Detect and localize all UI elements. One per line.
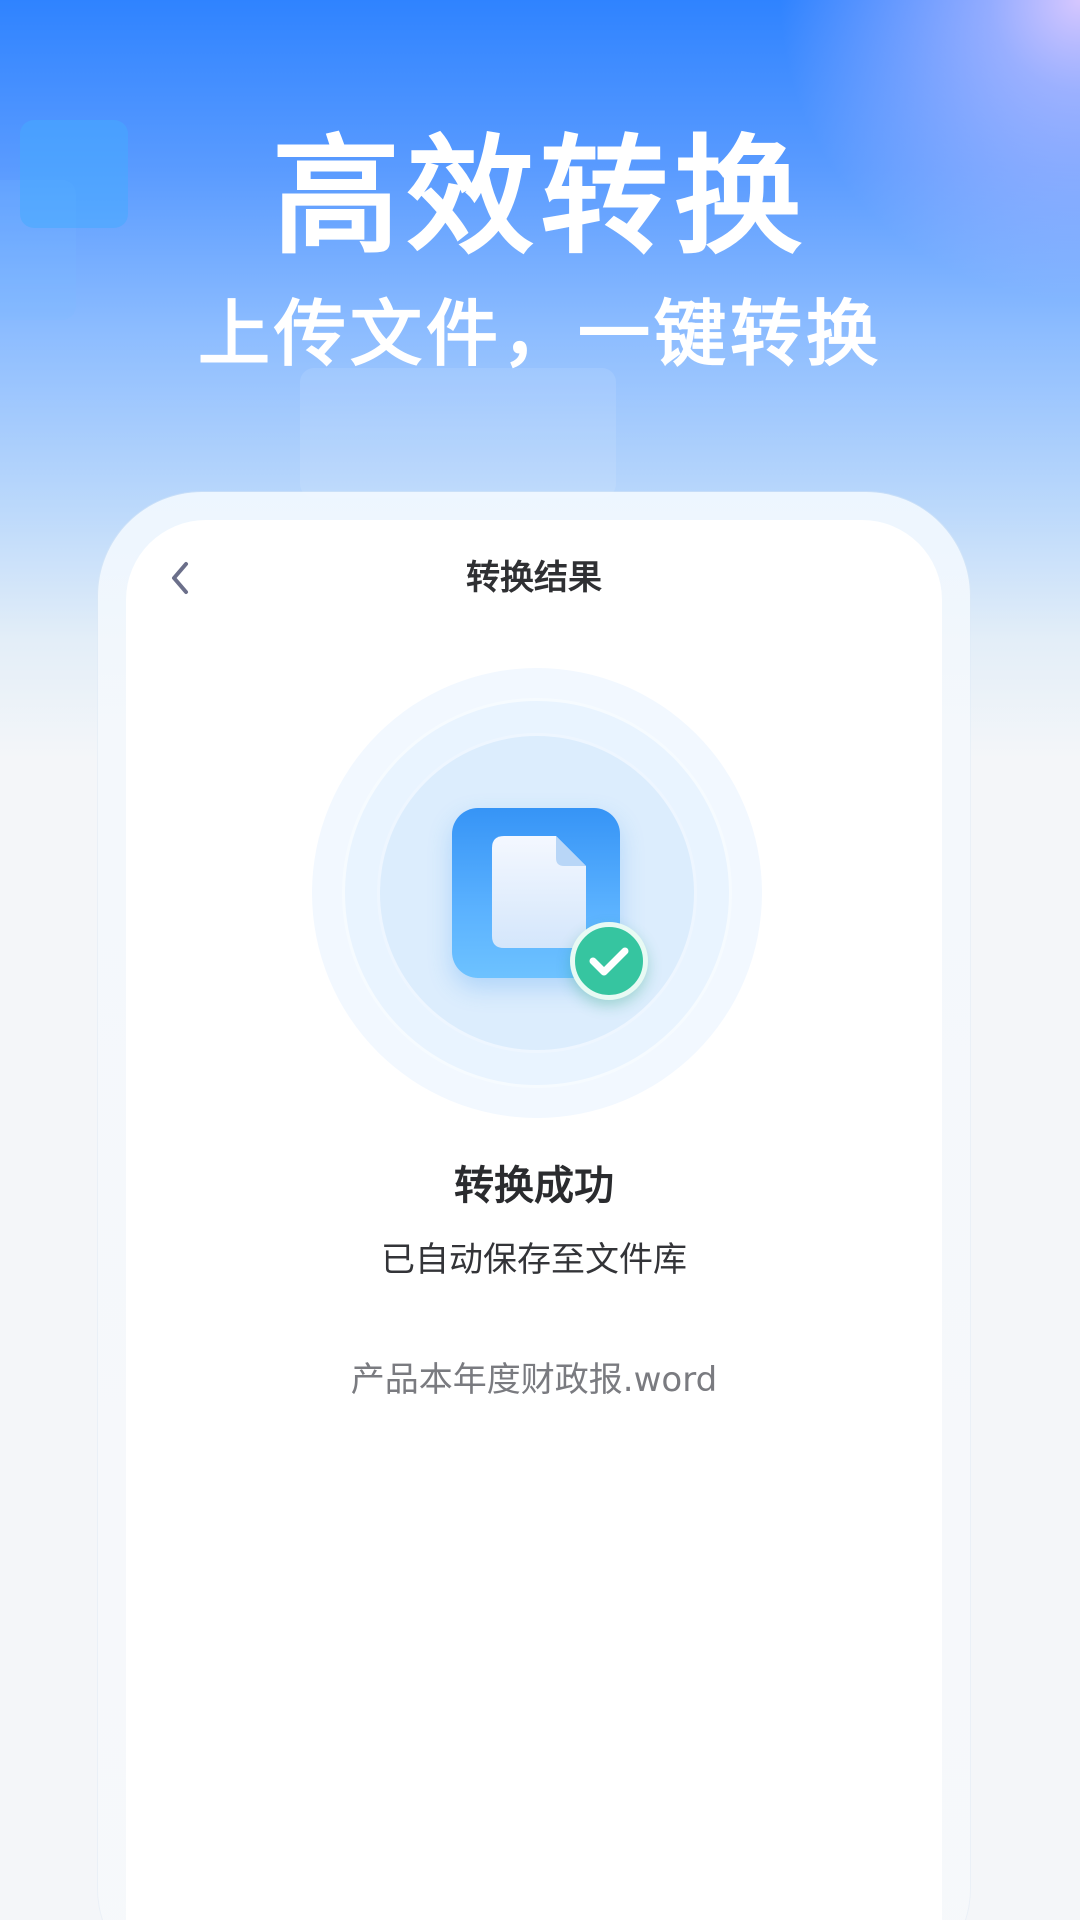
check-icon — [589, 947, 629, 976]
decorative-square — [300, 368, 616, 498]
status-title: 转换成功 — [454, 1163, 614, 1209]
document-paper-icon — [492, 836, 586, 948]
hero-title: 高效转换 — [271, 123, 808, 272]
nav-title: 转换结果 — [466, 558, 602, 598]
status-description: 已自动保存至文件库 — [381, 1240, 687, 1280]
file-name[interactable]: 产品本年度财政报.word — [126, 1358, 942, 1402]
success-badge — [570, 922, 648, 1000]
hero-subtitle: 上传文件，一键转换 — [197, 292, 882, 376]
